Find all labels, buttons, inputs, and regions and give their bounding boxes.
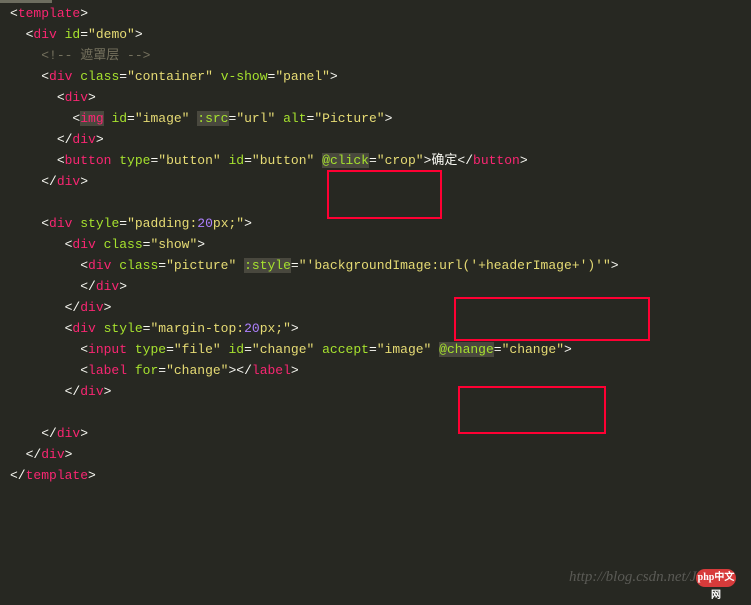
code-line[interactable]: <div class="show"> [10,235,741,256]
code-line[interactable]: </div> [10,445,741,466]
code-line[interactable]: </div> [10,298,741,319]
highlighted-tag: img [80,111,103,126]
code-line[interactable]: <div> [10,88,741,109]
watermark-logo: php中文网 [696,569,736,587]
code-line[interactable]: <img id="image" :src="url" alt="Picture"… [10,109,741,130]
code-line[interactable]: </div> [10,382,741,403]
code-line[interactable]: </div> [10,130,741,151]
highlighted-attr: :style [244,258,291,273]
comment: <!-- 遮罩层 --> [41,48,150,63]
code-line[interactable]: <label for="change"></label> [10,361,741,382]
watermark-url: http://blog.csdn.net/Ja [569,569,704,585]
code-line[interactable]: <!-- 遮罩层 --> [10,46,741,67]
highlighted-attr: @click [322,153,369,168]
code-editor[interactable]: <template> <div id="demo"> <!-- 遮罩层 --> … [0,0,751,497]
code-line[interactable]: </div> [10,424,741,445]
angle-bracket: < [10,6,18,21]
code-line[interactable]: <div style="margin-top:20px;"> [10,319,741,340]
code-line[interactable]: <div id="demo"> [10,25,741,46]
code-line[interactable]: <template> [10,4,741,25]
code-line-empty[interactable] [10,193,741,214]
code-line[interactable]: <button type="button" id="button" @click… [10,151,741,172]
code-line[interactable]: <input type="file" id="change" accept="i… [10,340,741,361]
code-line[interactable]: </div> [10,172,741,193]
code-line[interactable]: <div class="container" v-show="panel"> [10,67,741,88]
code-line[interactable]: <div style="padding:20px;"> [10,214,741,235]
highlighted-attr: @change [439,342,494,357]
code-line[interactable]: </template> [10,466,741,487]
code-line[interactable]: <div class="picture" :style="'background… [10,256,741,277]
code-line[interactable]: </div> [10,277,741,298]
tag-name: template [18,6,80,21]
watermark: http://blog.csdn.net/Japhp中文网 [569,565,736,589]
code-line-empty[interactable] [10,403,741,424]
